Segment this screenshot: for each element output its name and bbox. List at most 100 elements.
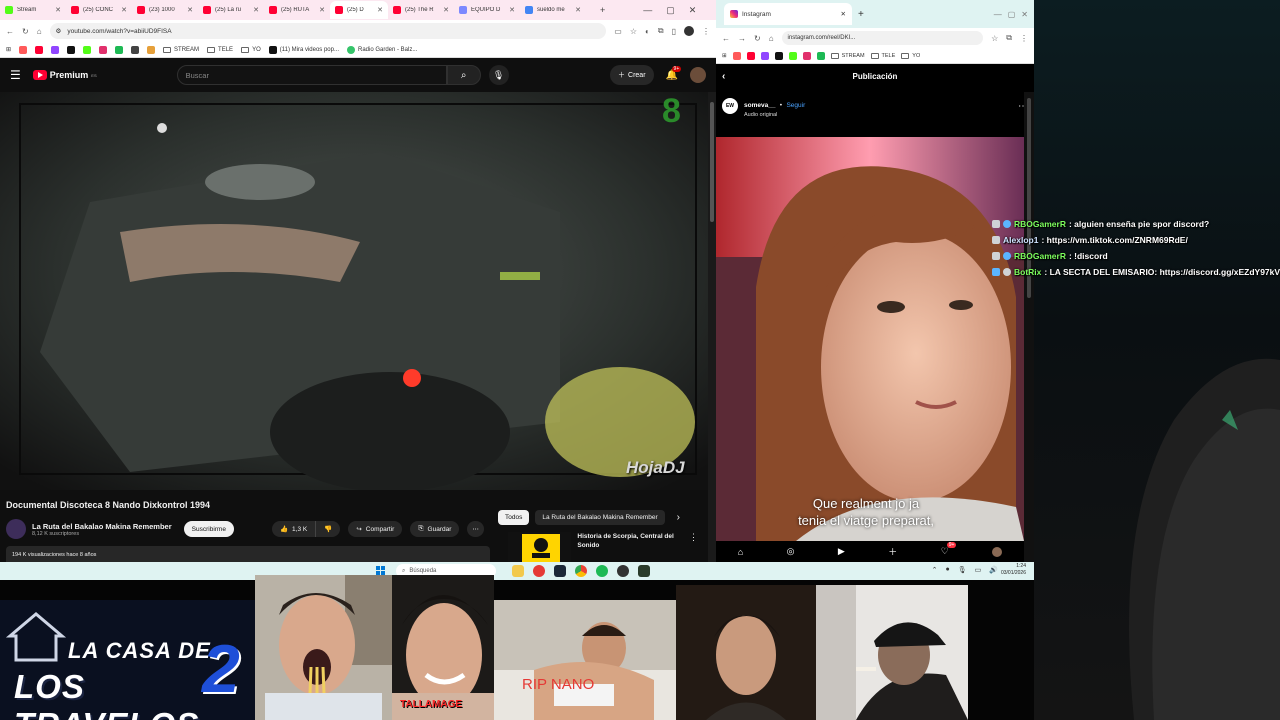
bookmark-icon[interactable] — [147, 45, 156, 54]
youtube-premium-logo[interactable]: Premium ES — [32, 70, 97, 80]
create-post-icon[interactable]: ＋ — [888, 545, 897, 558]
notifications-button[interactable]: 🔔 9+ — [666, 65, 682, 81]
reload-icon[interactable]: ↻ — [754, 34, 761, 43]
youtube-bookmark-icon[interactable] — [746, 51, 755, 60]
maximize-icon[interactable]: ▢ — [1008, 10, 1016, 19]
recommended-video[interactable]: Historia de Scorpia, Central del Sonido … — [508, 532, 698, 562]
minimize-icon[interactable]: — — [643, 5, 652, 15]
chevron-right-icon[interactable]: › — [677, 512, 680, 523]
hamburger-menu-icon[interactable]: ☰ — [10, 68, 21, 82]
close-icon[interactable]: ✕ — [841, 10, 846, 18]
volume-icon[interactable]: 🔊 — [989, 566, 998, 574]
author-username[interactable]: someva__ — [744, 102, 775, 109]
site-info-icon[interactable]: ⚙ — [56, 27, 62, 35]
url-field[interactable]: ⚙ youtube.com/watch?v=abiiUD9FISA — [49, 23, 607, 39]
bookmark-folder-stream[interactable]: STREAM — [163, 46, 199, 53]
microphone-icon[interactable]: 🎙 — [958, 566, 967, 574]
terminal-icon[interactable] — [638, 565, 650, 577]
back-icon[interactable]: ← — [6, 27, 14, 36]
video-player[interactable]: 8 HojaDJ — [0, 92, 708, 490]
bookmark-folder-yo[interactable]: YO — [241, 46, 261, 53]
voice-search-button[interactable]: 🎙 — [488, 65, 509, 85]
menu-kebab-icon[interactable]: ⋮ — [689, 532, 698, 562]
close-icon[interactable]: ✕ — [253, 6, 259, 14]
chevron-up-icon[interactable]: ⌃ — [932, 566, 938, 574]
close-icon[interactable]: ✕ — [443, 6, 449, 14]
bookmark-folder-tele[interactable]: TELE — [870, 52, 895, 59]
search-input[interactable]: Buscar — [176, 65, 447, 85]
tab-instagram[interactable]: Instagram ✕ — [724, 3, 852, 25]
obs-icon[interactable] — [617, 565, 629, 577]
twitch-bookmark-icon[interactable] — [51, 45, 60, 54]
tray-app-icon[interactable]: ● — [946, 566, 950, 574]
follow-button[interactable]: Seguir — [786, 102, 805, 109]
cast-icon[interactable]: ▭ — [614, 27, 622, 36]
menu-kebab-icon[interactable]: ⋮ — [1020, 34, 1028, 43]
spotify-bookmark-icon[interactable] — [816, 51, 825, 60]
bookmark-icon[interactable] — [131, 45, 140, 54]
account-avatar[interactable] — [690, 67, 706, 83]
reels-icon[interactable]: ▶ — [838, 546, 845, 557]
close-icon[interactable]: ✕ — [319, 6, 325, 14]
video-description-box[interactable]: 194 K visualizaciones hace 8 años — [6, 546, 490, 562]
bookmark-folder-yo[interactable]: YO — [901, 52, 920, 59]
reel-video[interactable]: Que realment jo ja tenia el viatge prepa… — [716, 137, 1024, 541]
search-button[interactable]: ⌕ — [446, 65, 481, 85]
home-icon[interactable]: ⌂ — [738, 547, 743, 557]
chip-channel[interactable]: La Ruta del Bakalao Makina Remember — [535, 510, 665, 525]
back-icon[interactable]: ← — [722, 34, 730, 43]
media-player-icon[interactable] — [533, 565, 545, 577]
home-icon[interactable]: ⌂ — [37, 27, 42, 36]
tab-yt-active[interactable]: (25) D ✕ — [330, 1, 388, 19]
bookmark-radio-garden[interactable]: Radio Garden - Balz... — [346, 45, 417, 54]
tiktok-bookmark-icon[interactable] — [67, 45, 76, 54]
channel-avatar[interactable] — [6, 519, 26, 539]
profile-avatar-icon[interactable] — [992, 546, 1003, 557]
close-icon[interactable]: ✕ — [377, 6, 383, 14]
dislike-button[interactable]: 👎 — [315, 521, 341, 537]
steam-icon[interactable] — [554, 565, 566, 577]
url-field[interactable]: instagram.com/reel/DKI... — [781, 31, 984, 45]
more-actions-button[interactable]: ⋯ — [467, 521, 484, 537]
split-view-icon[interactable]: ▯ — [672, 27, 676, 36]
tab-discord[interactable]: EQUIPO D ✕ — [454, 1, 520, 19]
like-button[interactable]: 👍 1,3 K — [271, 521, 316, 537]
maximize-icon[interactable]: ▢ — [666, 5, 675, 16]
close-window-icon[interactable]: ✕ — [1021, 10, 1028, 19]
extension-icon[interactable]: ◐ — [645, 27, 650, 36]
bookmark-tiktok[interactable]: (11) Mira videos pop... — [268, 45, 339, 54]
subscribe-button[interactable]: Suscribirme — [183, 521, 234, 537]
spotify-bookmark-icon[interactable] — [115, 45, 124, 54]
instagram-bookmark-icon[interactable] — [99, 45, 108, 54]
close-icon[interactable]: ✕ — [187, 6, 193, 14]
extensions-puzzle-icon[interactable]: ⧉ — [658, 26, 664, 36]
close-icon[interactable]: ✕ — [55, 6, 61, 14]
tab-yt-1[interactable]: (25) CONC ✕ — [66, 1, 132, 19]
spotify-icon[interactable] — [596, 565, 608, 577]
close-icon[interactable]: ✕ — [575, 6, 581, 14]
tab-yt-4[interactable]: (25) RUTA ✕ — [264, 1, 330, 19]
forward-icon[interactable]: → — [738, 34, 746, 43]
new-tab-icon[interactable]: + — [600, 5, 605, 15]
kick-bookmark-icon[interactable] — [83, 45, 92, 54]
kick-bookmark-icon[interactable] — [788, 51, 797, 60]
home-icon[interactable]: ⌂ — [769, 34, 774, 43]
tab-yt-6[interactable]: (25) The R ✕ — [388, 1, 454, 19]
menu-kebab-icon[interactable]: ⋮ — [702, 27, 710, 36]
reload-icon[interactable]: ↻ — [22, 27, 29, 36]
bookmark-icon[interactable] — [19, 45, 28, 54]
file-explorer-icon[interactable] — [512, 565, 524, 577]
tab-yt-2[interactable]: (23) 1000 ✕ — [132, 1, 198, 19]
close-icon[interactable]: ✕ — [121, 6, 127, 14]
system-clock[interactable]: 1:24 03/01/2026 — [1001, 563, 1026, 577]
activity-heart-icon[interactable]: ♡ 9+ — [941, 542, 957, 557]
apps-grid-icon[interactable]: ⊞ — [722, 53, 727, 59]
youtube-bookmark-icon[interactable] — [35, 45, 44, 54]
explore-icon[interactable]: ◎ — [787, 546, 795, 557]
bookmark-star-icon[interactable]: ☆ — [630, 27, 637, 36]
apps-grid-icon[interactable]: ⊞ — [6, 46, 11, 53]
new-tab-icon[interactable]: + — [858, 9, 864, 20]
tab-google[interactable]: sueldo me ✕ — [520, 1, 586, 19]
tab-stream[interactable]: Stream ✕ — [0, 1, 66, 19]
extensions-puzzle-icon[interactable]: ⧉ — [1006, 33, 1012, 43]
